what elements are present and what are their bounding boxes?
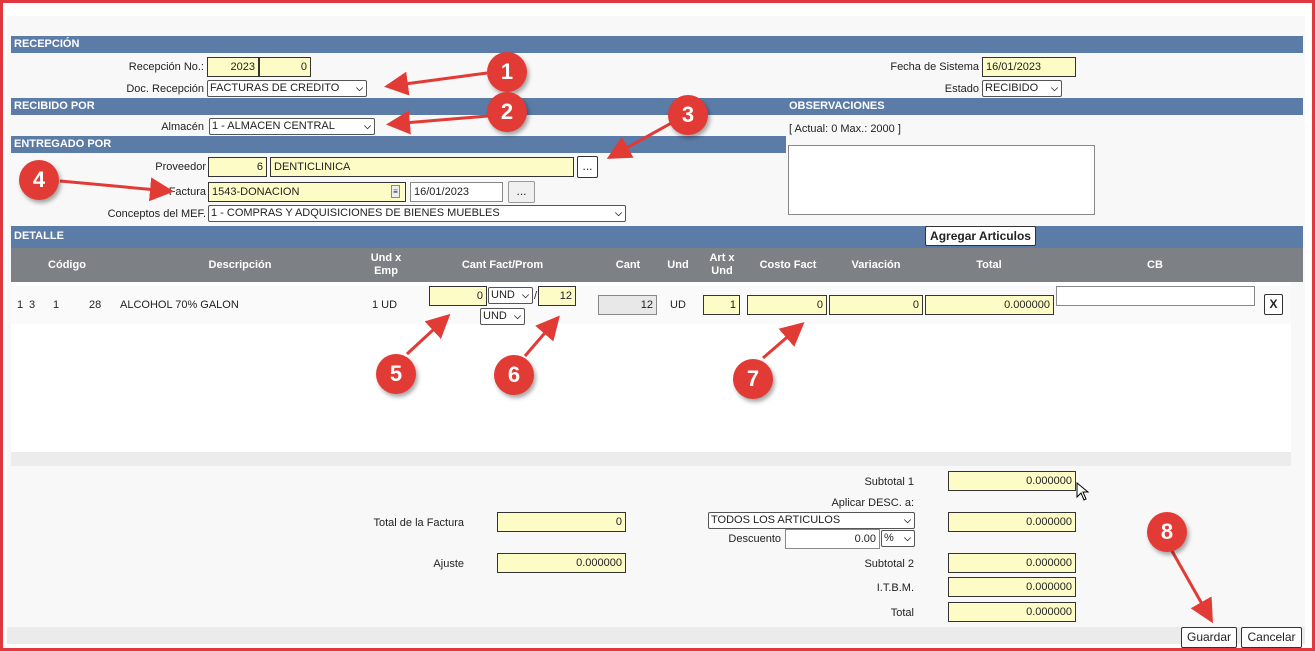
arrow-8: [1170, 550, 1213, 624]
annotation-badge-6: 6: [494, 355, 534, 395]
annotation-badge-3: 3: [668, 95, 708, 135]
arrow-2: [386, 110, 489, 135]
annotation-badge-2: 2: [487, 92, 527, 132]
arrow-1: [384, 71, 488, 96]
annotation-badge-8: 8: [1147, 512, 1187, 552]
annotation-badge-5: 5: [376, 354, 416, 394]
annotation-badge-7: 7: [733, 359, 773, 399]
annotation-badge-1: 1: [487, 52, 527, 92]
annotation-arrows: [59, 71, 1213, 624]
annotation-badge-4: 4: [19, 160, 59, 200]
arrow-5: [405, 313, 451, 356]
arrow-6: [523, 315, 560, 357]
arrow-7: [762, 322, 805, 360]
mouse-cursor-icon: [1076, 482, 1090, 501]
arrow-4: [59, 177, 174, 202]
arrow-3: [606, 119, 676, 159]
